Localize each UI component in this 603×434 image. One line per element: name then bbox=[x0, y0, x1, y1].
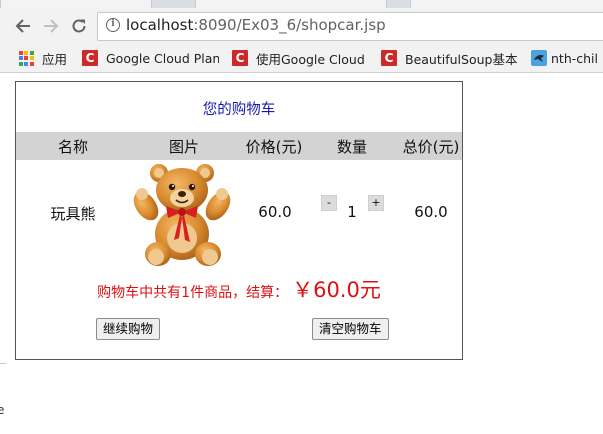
info-icon[interactable]: i bbox=[106, 18, 120, 32]
item-price: 60.0 bbox=[258, 203, 292, 221]
back-icon[interactable] bbox=[12, 15, 34, 37]
tab-strip bbox=[0, 0, 603, 8]
bookmark-label: Google Cloud Plan bbox=[106, 50, 219, 66]
increase-quantity-button[interactable]: + bbox=[368, 195, 384, 211]
apps-grid-icon bbox=[18, 50, 34, 66]
table-header: 名称 图片 价格(元) 数量 总价(元) bbox=[16, 132, 462, 160]
browser-tab[interactable] bbox=[410, 0, 603, 8]
bookmark-apps[interactable]: 应用 bbox=[18, 48, 78, 68]
bookmark-label: 应用 bbox=[42, 51, 68, 67]
page-content: 您的购物车 名称 图片 价格(元) 数量 总价(元) 玩具熊 60.0 - 1 … bbox=[0, 73, 603, 433]
c-logo-icon: C bbox=[82, 50, 98, 66]
clear-cart-button[interactable]: 清空购物车 bbox=[312, 318, 389, 340]
reload-icon[interactable] bbox=[68, 15, 90, 37]
item-total: 60.0 bbox=[414, 203, 448, 221]
page-divider bbox=[0, 363, 6, 434]
column-header-quantity: 数量 bbox=[336, 138, 368, 156]
clipped-text-fragment: e bbox=[0, 403, 5, 417]
item-quantity: 1 bbox=[347, 203, 357, 221]
summary-text: 购物车中共有1件商品，结算： bbox=[97, 285, 289, 301]
teddy-bear-image bbox=[133, 164, 231, 266]
bird-icon bbox=[531, 50, 547, 66]
address-bar[interactable]: i localhost:8090/Ex03_6/shopcar.jsp bbox=[97, 12, 603, 41]
bookmark-nth-child[interactable]: nth-chil bbox=[531, 48, 603, 68]
column-header-total: 总价(元) bbox=[402, 138, 460, 156]
bookmark-beautifulsoup[interactable]: C BeautifulSoup基本 bbox=[381, 48, 521, 68]
bookmark-use-google-cloud[interactable]: C 使用Google Cloud bbox=[232, 48, 368, 68]
column-header-image: 图片 bbox=[168, 138, 200, 156]
bookmark-label: nth-chil bbox=[551, 50, 598, 66]
column-header-price: 价格(元) bbox=[245, 138, 303, 156]
forward-icon[interactable] bbox=[40, 15, 62, 37]
browser-tab[interactable] bbox=[0, 0, 152, 8]
cart-summary: 购物车中共有1件商品，结算： ￥60.0元 bbox=[16, 274, 462, 304]
url-text: localhost:8090/Ex03_6/shopcar.jsp bbox=[126, 16, 386, 34]
shopping-cart-panel: 您的购物车 名称 图片 价格(元) 数量 总价(元) 玩具熊 60.0 - 1 … bbox=[15, 81, 463, 360]
decrease-quantity-button[interactable]: - bbox=[321, 195, 337, 211]
continue-shopping-button[interactable]: 继续购物 bbox=[96, 318, 161, 340]
item-name: 玩具熊 bbox=[50, 205, 96, 223]
bookmark-google-cloud-plan[interactable]: C Google Cloud Plan bbox=[82, 48, 219, 68]
browser-toolbar: i localhost:8090/Ex03_6/shopcar.jsp bbox=[0, 8, 603, 44]
c-logo-icon: C bbox=[381, 50, 397, 66]
c-logo-icon: C bbox=[232, 50, 248, 66]
cart-title: 您的购物车 bbox=[202, 102, 276, 118]
bookmark-label: 使用Google Cloud bbox=[256, 51, 365, 67]
column-header-name: 名称 bbox=[57, 138, 89, 156]
bookmarks-bar: 应用 C Google Cloud Plan C 使用Google Cloud … bbox=[0, 44, 603, 73]
bookmark-label: BeautifulSoup基本 bbox=[405, 51, 518, 67]
browser-tab[interactable] bbox=[195, 0, 387, 8]
summary-total: ￥60.0元 bbox=[292, 278, 381, 302]
